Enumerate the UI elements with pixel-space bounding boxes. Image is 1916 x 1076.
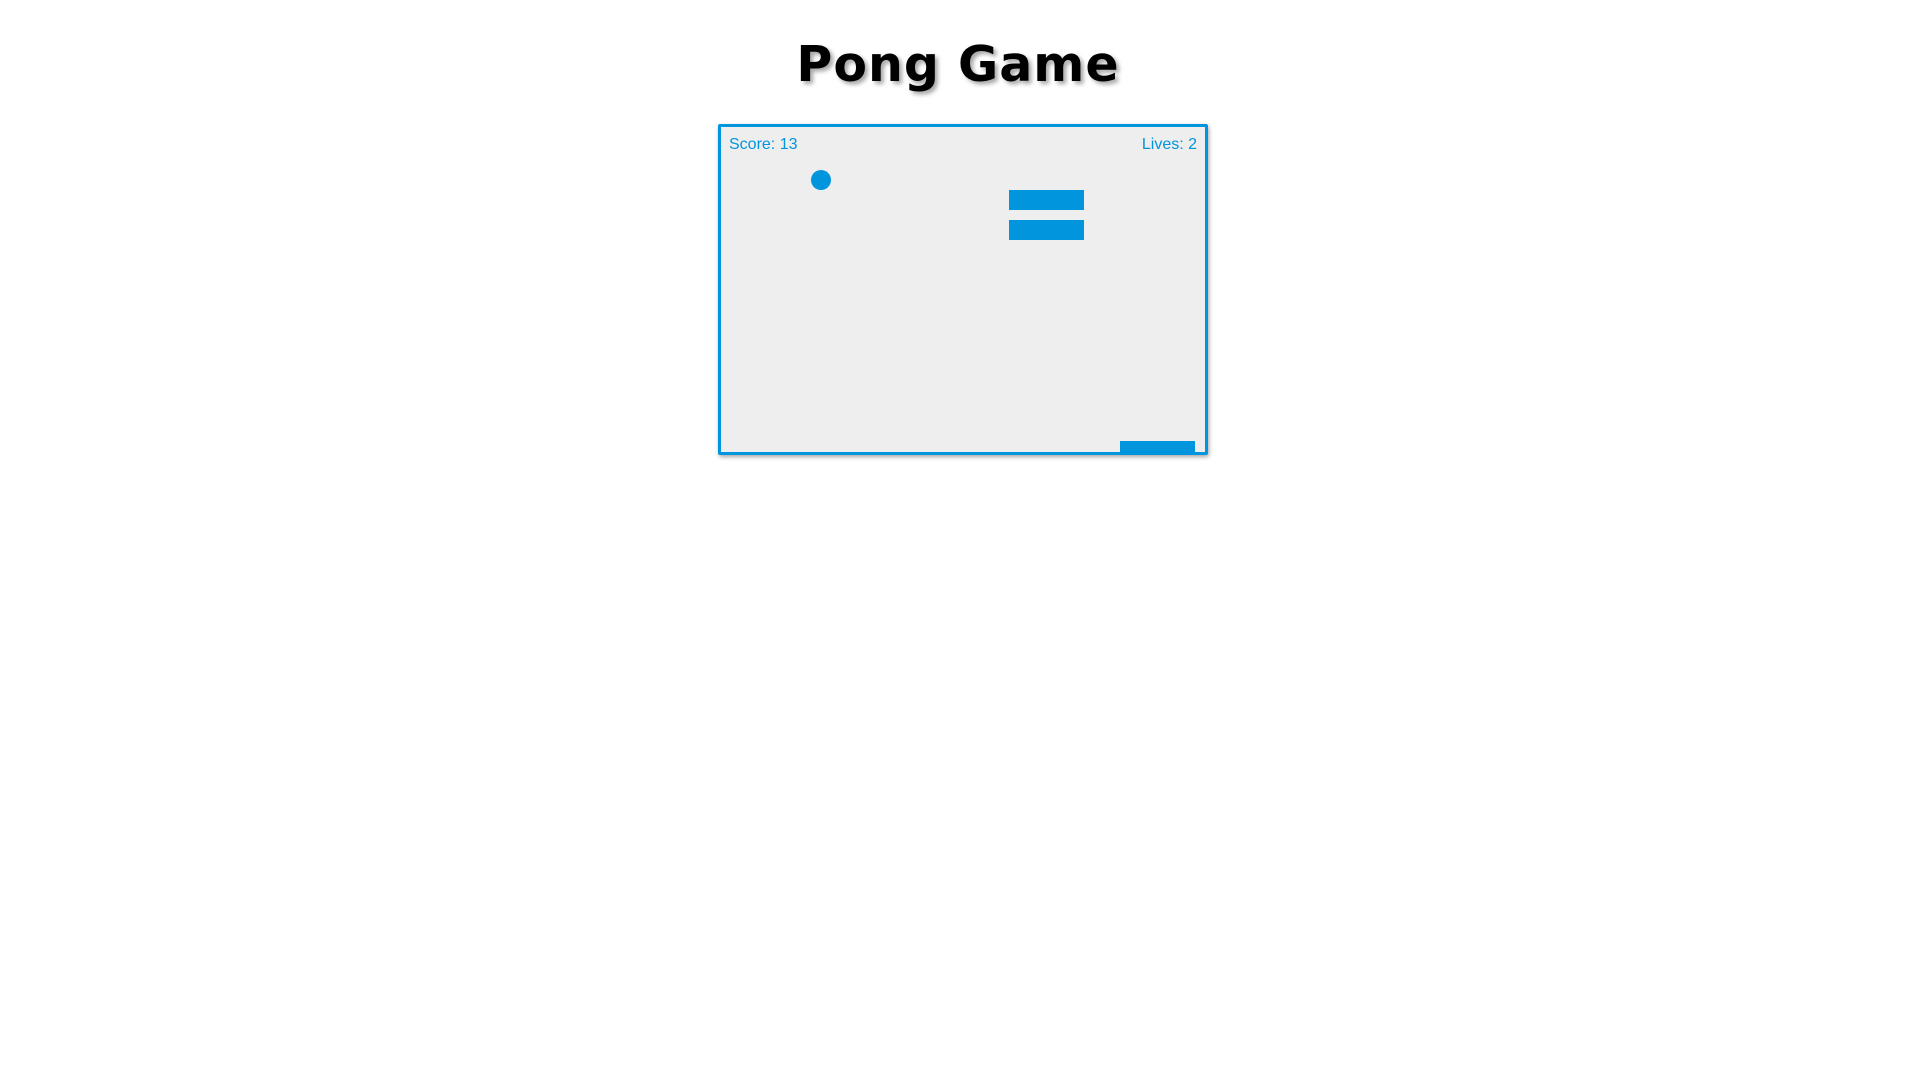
game-board[interactable]: Score: 13 Lives: 2 [718, 124, 1208, 455]
ball [811, 170, 831, 190]
page-title: Pong Game [796, 36, 1120, 93]
paddle[interactable] [1120, 441, 1195, 452]
brick [1009, 220, 1084, 240]
brick [1009, 190, 1084, 210]
score-display: Score: 13 [729, 136, 798, 153]
lives-display: Lives: 2 [1141, 136, 1197, 153]
